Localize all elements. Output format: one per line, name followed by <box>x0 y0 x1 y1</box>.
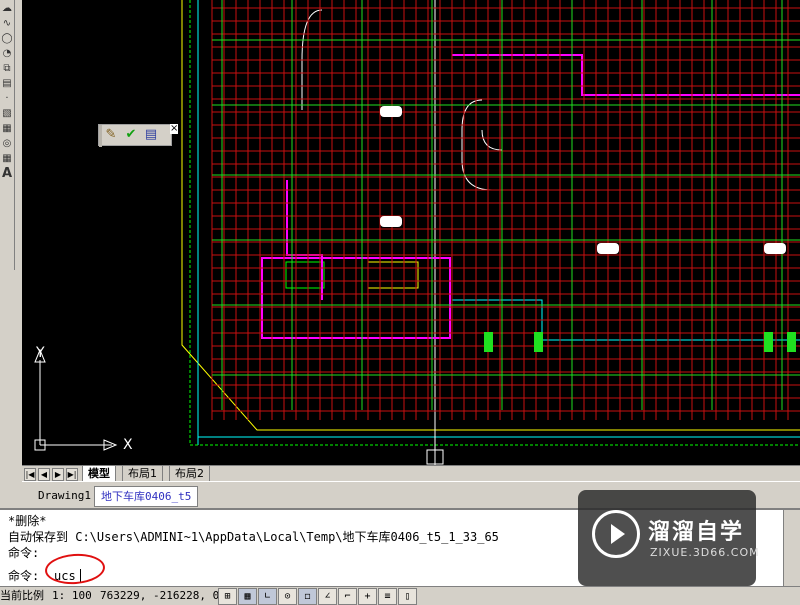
tab-model[interactable]: 模型 <box>82 466 116 481</box>
tab-layout2[interactable]: 布局2 <box>169 466 210 481</box>
tab-layout1[interactable]: 布局1 <box>122 466 163 481</box>
dyn-icon[interactable]: + <box>358 588 377 605</box>
next-tab-button[interactable]: ▶ <box>52 468 64 481</box>
check-icon[interactable]: ✔ <box>123 127 139 143</box>
ellipse-arc-icon[interactable]: ◔ <box>1 47 13 60</box>
ucs-icon <box>34 348 118 451</box>
prev-tab-button[interactable]: ◀ <box>38 468 50 481</box>
command-history-line: *删除* <box>8 514 47 528</box>
ellipse-icon[interactable]: ◯ <box>1 32 13 45</box>
scale-value: 1: 100 <box>52 589 92 602</box>
status-bar: 当前比例 1: 100 763229, -216228, 0 ⊞ ▦ ∟ ⊙ ◻… <box>0 586 800 605</box>
equipment-symbol <box>787 332 796 352</box>
properties-icon[interactable]: ▤ <box>143 127 159 143</box>
last-tab-button[interactable]: ▶| <box>66 468 78 481</box>
hatch-icon[interactable]: ▧ <box>1 107 13 120</box>
watermark-logo-icon <box>592 510 640 558</box>
region-icon[interactable]: ◎ <box>1 137 13 150</box>
watermark-title: 溜溜自学 <box>648 520 745 545</box>
parking-grid-vertical <box>211 0 789 420</box>
snap-icon[interactable]: ⊞ <box>218 588 237 605</box>
coordinate-readout: 763229, -216228, 0 <box>100 589 220 602</box>
table-icon[interactable]: ▦ <box>1 152 13 165</box>
car-symbol <box>380 106 402 117</box>
ducs-icon[interactable]: ⌐ <box>338 588 357 605</box>
insert-block-icon[interactable]: ⧉ <box>1 62 13 75</box>
left-panel-strip <box>0 270 23 508</box>
toolbar-grip[interactable] <box>99 125 102 147</box>
gradient-icon[interactable]: ▦ <box>1 122 13 135</box>
qp-icon[interactable]: ▯ <box>398 588 417 605</box>
spline-icon[interactable]: ∿ <box>1 17 13 30</box>
command-scrollbar[interactable] <box>783 510 800 586</box>
equipment-symbol <box>764 332 773 352</box>
column-grid-green <box>212 0 800 410</box>
osnap-icon[interactable]: ◻ <box>298 588 317 605</box>
make-block-icon[interactable]: ▤ <box>1 77 13 90</box>
draw-toolbar: ☁ ∿ ◯ ◔ ⧉ ▤ · ▧ ▦ ◎ ▦ A <box>0 0 15 270</box>
edit-icon[interactable]: ✎ <box>103 127 119 143</box>
ucs-y-label: Y <box>36 345 45 361</box>
ortho-icon[interactable]: ∟ <box>258 588 277 605</box>
grid-icon[interactable]: ▦ <box>238 588 257 605</box>
drawing-svg <box>34 0 800 465</box>
command-history-line: 自动保存到 C:\Users\ADMINI~1\AppData\Local\Te… <box>8 530 499 544</box>
site-boundary <box>181 0 800 431</box>
lineweight-icon[interactable]: ≡ <box>378 588 397 605</box>
watermark: 溜溜自学 ZIXUE.3D66.COM <box>578 490 759 586</box>
point-icon[interactable]: · <box>1 92 13 105</box>
car-symbol <box>764 243 786 254</box>
ucs-x-label: X <box>123 437 133 453</box>
command-prompt: 命令: <box>8 569 40 583</box>
doc-tab-active[interactable]: 地下车库0406_t5 <box>94 486 199 507</box>
polar-icon[interactable]: ⊙ <box>278 588 297 605</box>
car-symbol <box>597 243 619 254</box>
equipment-symbol <box>534 332 543 352</box>
first-tab-button[interactable]: |◀ <box>24 468 36 481</box>
drawing-canvas[interactable]: Y X <box>22 0 800 465</box>
scale-label: 当前比例 <box>0 589 44 602</box>
car-symbol <box>380 216 402 227</box>
mtext-icon[interactable]: A <box>1 167 13 180</box>
otrack-icon[interactable]: ∠ <box>318 588 337 605</box>
watermark-url: ZIXUE.3D66.COM <box>650 546 760 559</box>
close-icon[interactable]: × <box>170 124 178 134</box>
floating-toolbar: ✎ ✔ ▤ <box>98 124 172 147</box>
command-history-line: 命令: <box>8 546 40 560</box>
revcloud-icon[interactable]: ☁ <box>1 2 13 15</box>
equipment-symbol <box>484 332 493 352</box>
doc-tab-drawing1[interactable]: Drawing1 <box>32 486 97 505</box>
layout-tab-bar: |◀ ◀ ▶ ▶| 模型 布局1 布局2 <box>22 465 800 482</box>
